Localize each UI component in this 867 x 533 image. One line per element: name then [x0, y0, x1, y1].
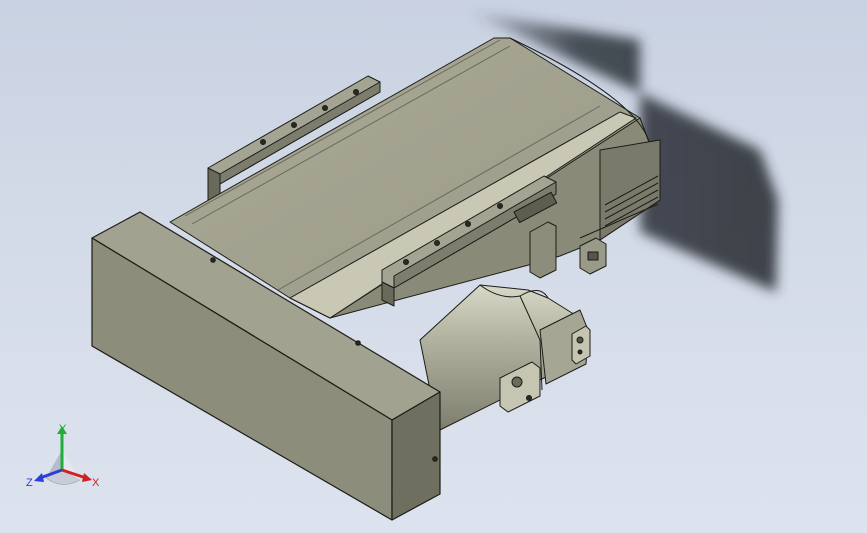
y-axis-label: Y	[59, 423, 67, 435]
motor-housing	[419, 284, 591, 431]
cad-viewport[interactable]: Y X Z	[0, 0, 867, 533]
x-axis-label: X	[92, 477, 100, 489]
z-axis-label: Z	[26, 477, 33, 489]
coordinate-triad: Y X Z	[26, 423, 100, 489]
linear-actuator-model[interactable]	[0, 0, 867, 533]
